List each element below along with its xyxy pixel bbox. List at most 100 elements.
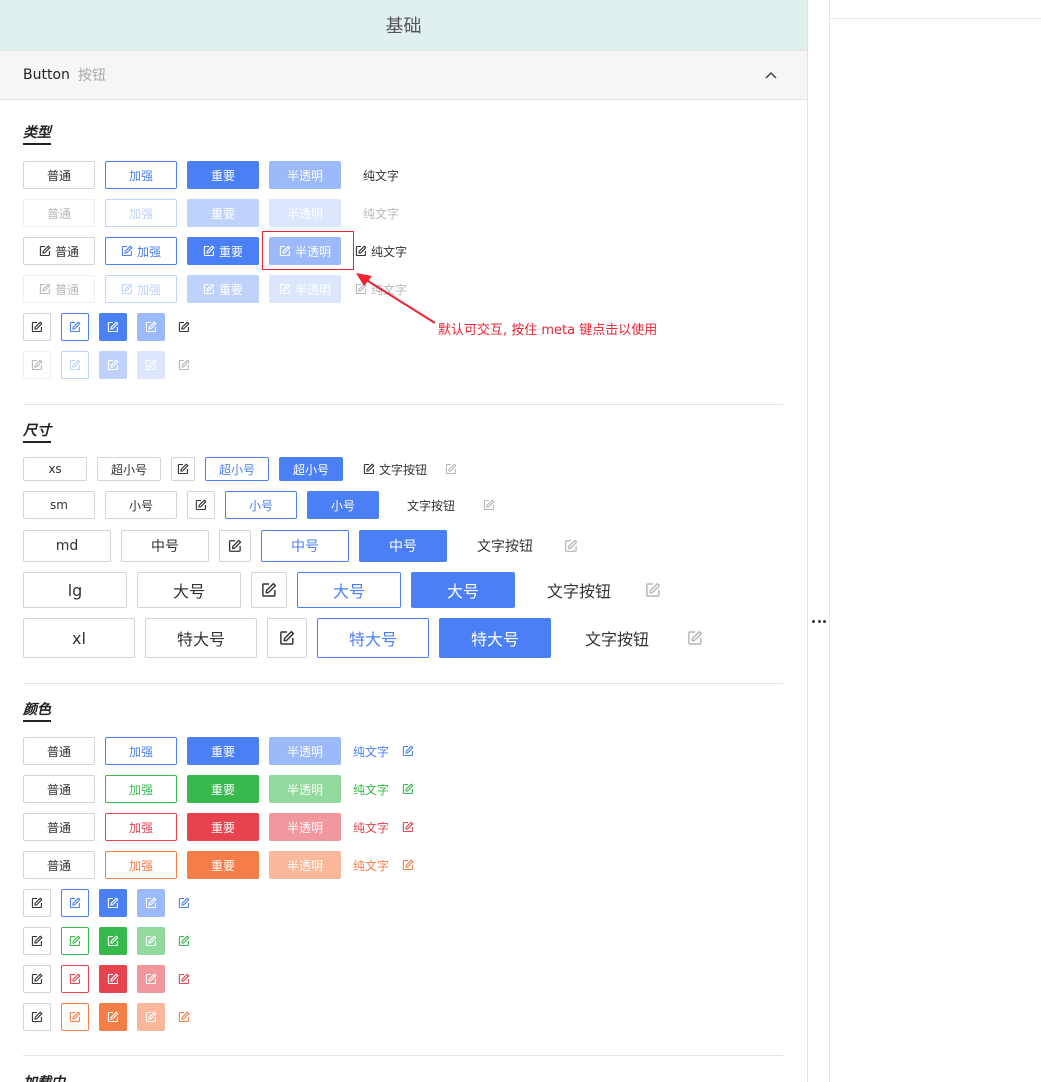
size-icon-button[interactable] (171, 457, 195, 481)
color-normal-button[interactable]: 普通 (23, 737, 95, 765)
icon-strong-button[interactable] (61, 313, 89, 341)
size-normal-button[interactable]: 超小号 (97, 457, 161, 481)
splitter[interactable] (808, 0, 829, 1082)
size-text-button[interactable]: 文字按钮 (525, 572, 633, 608)
icon-important-button[interactable] (99, 313, 127, 341)
color-icon-text-button[interactable] (175, 1003, 193, 1031)
color-strong-button[interactable]: 加强 (105, 775, 177, 803)
color-icon-normal-button[interactable] (23, 889, 51, 917)
strong-button[interactable]: 加强 (105, 161, 177, 189)
size-icon-button[interactable] (187, 491, 215, 519)
color-icon-strong-button[interactable] (61, 927, 89, 955)
size-normal-button[interactable]: 中号 (121, 530, 209, 562)
size-text-icon-button (637, 572, 669, 608)
translucent-button[interactable]: 半透明 (269, 237, 341, 265)
color-icon-text-button[interactable] (175, 965, 193, 993)
color-text-icon-button[interactable] (399, 775, 417, 803)
button-row (23, 889, 193, 917)
button-label: 重要 (210, 782, 235, 797)
color-text-icon-button[interactable] (399, 851, 417, 879)
size-text-button[interactable]: 文字按钮 (353, 457, 437, 481)
color-translucent-button[interactable]: 半透明 (269, 851, 341, 879)
size-icon-button[interactable] (267, 618, 307, 658)
color-text-icon-button[interactable] (399, 813, 417, 841)
size-icon-button[interactable] (251, 572, 287, 608)
size-important-button[interactable]: 中号 (359, 530, 447, 562)
more-horizontal-icon[interactable] (812, 614, 826, 628)
color-icon-text-button[interactable] (175, 927, 193, 955)
normal-button[interactable]: 普通 (23, 237, 95, 265)
text-button[interactable]: 纯文字 (351, 161, 411, 189)
size-name-button[interactable]: md (23, 530, 111, 562)
important-button[interactable]: 重要 (187, 237, 259, 265)
size-name-button[interactable]: sm (23, 491, 95, 519)
size-name-button[interactable]: lg (23, 572, 127, 608)
strong-button[interactable]: 加强 (105, 237, 177, 265)
color-text-button[interactable]: 纯文字 (351, 813, 391, 841)
color-translucent-button[interactable]: 半透明 (269, 813, 341, 841)
size-strong-button[interactable]: 特大号 (317, 618, 429, 658)
size-strong-button[interactable]: 中号 (261, 530, 349, 562)
icon-normal-button[interactable] (23, 313, 51, 341)
section-header-button[interactable]: Button 按钮 (0, 50, 807, 100)
color-important-button[interactable]: 重要 (187, 737, 259, 765)
color-text-button[interactable]: 纯文字 (351, 851, 391, 879)
size-icon-button[interactable] (219, 530, 251, 562)
color-normal-button[interactable]: 普通 (23, 851, 95, 879)
button-label: 重要 (210, 820, 235, 835)
size-strong-button[interactable]: 大号 (297, 572, 401, 608)
color-icon-normal-button[interactable] (23, 927, 51, 955)
color-important-button[interactable]: 重要 (187, 775, 259, 803)
size-strong-button[interactable]: 小号 (225, 491, 297, 519)
size-normal-button[interactable]: 特大号 (145, 618, 257, 658)
color-icon-translucent-button[interactable] (137, 1003, 165, 1031)
text-button[interactable]: 纯文字 (351, 237, 411, 265)
edit-icon (178, 359, 190, 371)
normal-button[interactable]: 普通 (23, 161, 95, 189)
button-label: xl (72, 628, 86, 648)
color-strong-button[interactable]: 加强 (105, 813, 177, 841)
color-icon-strong-button[interactable] (61, 1003, 89, 1031)
size-name-button[interactable]: xs (23, 457, 87, 481)
size-text-button[interactable]: 文字按钮 (561, 618, 673, 658)
color-icon-strong-button[interactable] (61, 889, 89, 917)
icon-text-button[interactable] (175, 313, 193, 341)
size-normal-button[interactable]: 大号 (137, 572, 241, 608)
chevron-up-icon[interactable] (762, 67, 780, 85)
color-important-button[interactable]: 重要 (187, 851, 259, 879)
color-text-icon-button[interactable] (399, 737, 417, 765)
color-translucent-button[interactable]: 半透明 (269, 737, 341, 765)
color-strong-button[interactable]: 加强 (105, 851, 177, 879)
color-icon-normal-button[interactable] (23, 1003, 51, 1031)
color-icon-important-button[interactable] (99, 927, 127, 955)
size-important-button[interactable]: 特大号 (439, 618, 551, 658)
icon-translucent-button[interactable] (137, 313, 165, 341)
size-important-button[interactable]: 大号 (411, 572, 515, 608)
color-icon-translucent-button[interactable] (137, 965, 165, 993)
color-icon-translucent-button[interactable] (137, 889, 165, 917)
size-strong-button[interactable]: 超小号 (205, 457, 269, 481)
translucent-button[interactable]: 半透明 (269, 161, 341, 189)
size-text-button[interactable]: 文字按钮 (457, 530, 553, 562)
color-normal-button[interactable]: 普通 (23, 775, 95, 803)
size-name-button[interactable]: xl (23, 618, 135, 658)
color-important-button[interactable]: 重要 (187, 813, 259, 841)
color-icon-strong-button[interactable] (61, 965, 89, 993)
color-icon-important-button[interactable] (99, 965, 127, 993)
size-normal-button[interactable]: 小号 (105, 491, 177, 519)
color-normal-button[interactable]: 普通 (23, 813, 95, 841)
color-icon-text-button[interactable] (175, 889, 193, 917)
edit-icon (107, 973, 119, 985)
color-icon-translucent-button[interactable] (137, 927, 165, 955)
color-icon-important-button[interactable] (99, 1003, 127, 1031)
important-button[interactable]: 重要 (187, 161, 259, 189)
color-text-button[interactable]: 纯文字 (351, 775, 391, 803)
color-translucent-button[interactable]: 半透明 (269, 775, 341, 803)
color-icon-normal-button[interactable] (23, 965, 51, 993)
color-strong-button[interactable]: 加强 (105, 737, 177, 765)
size-important-button[interactable]: 超小号 (279, 457, 343, 481)
size-text-button[interactable]: 文字按钮 (389, 491, 473, 519)
color-icon-important-button[interactable] (99, 889, 127, 917)
size-important-button[interactable]: 小号 (307, 491, 379, 519)
color-text-button[interactable]: 纯文字 (351, 737, 391, 765)
